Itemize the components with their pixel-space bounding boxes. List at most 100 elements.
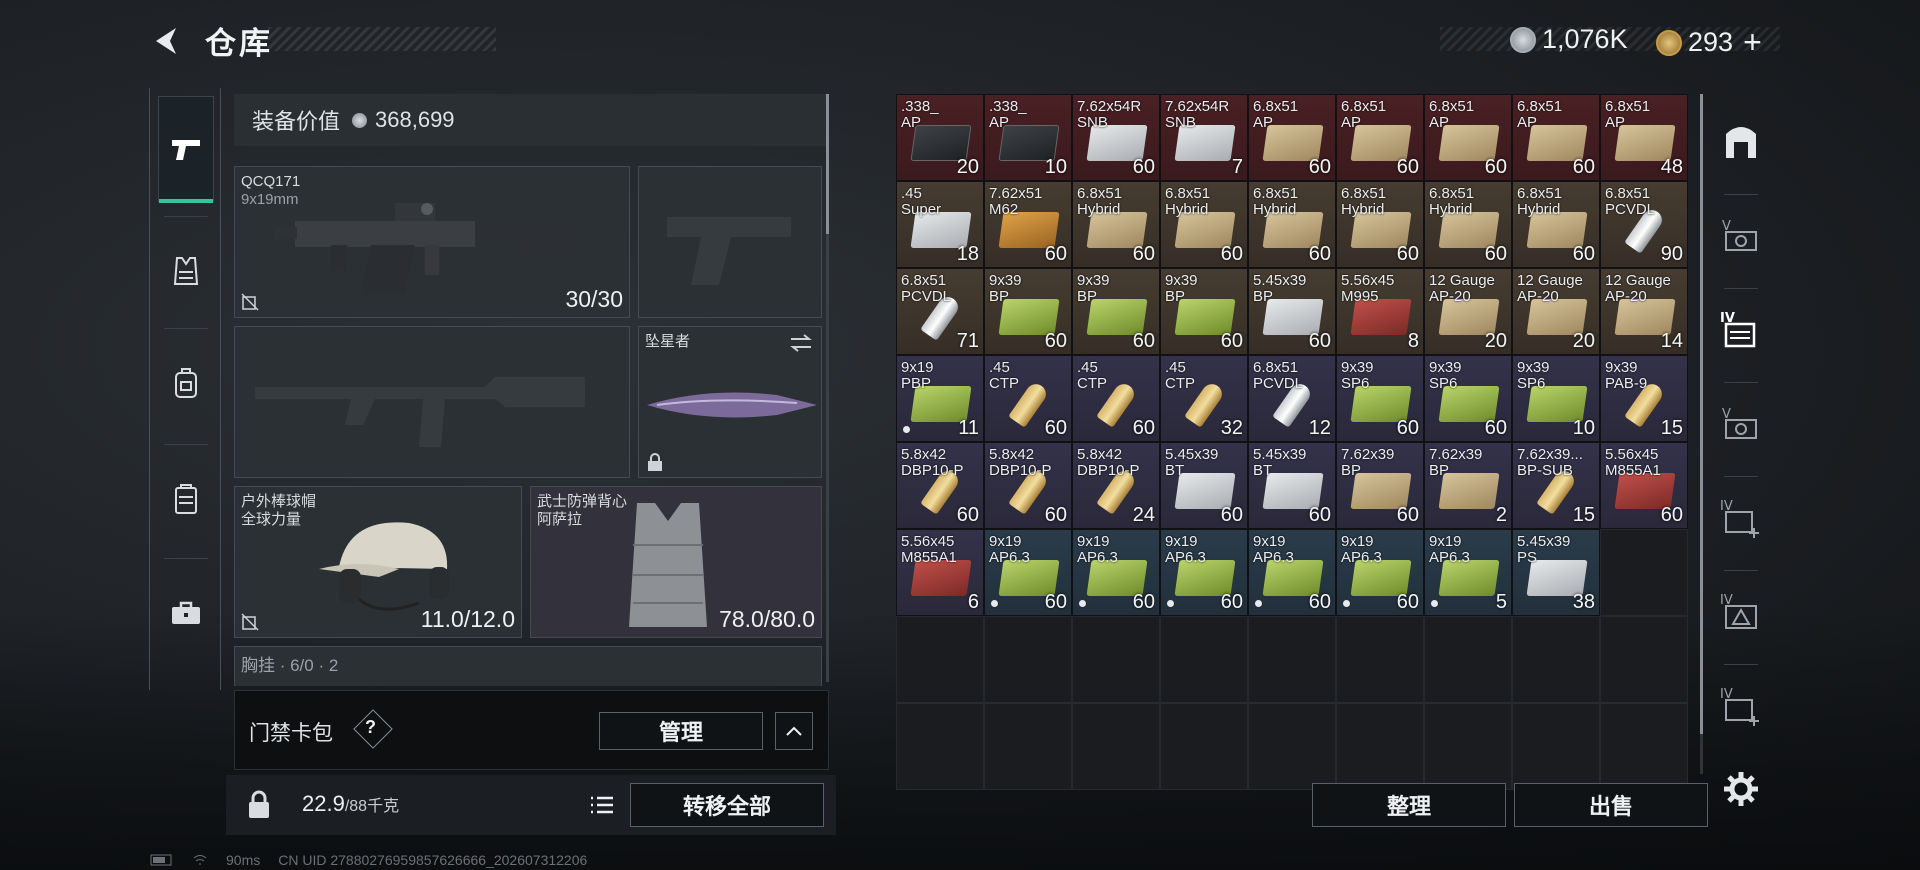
empty-slot[interactable] (1336, 703, 1424, 790)
empty-slot[interactable] (984, 703, 1072, 790)
collapse-button[interactable] (775, 712, 813, 750)
inventory-item[interactable]: 5.45x39 BT 60 (1248, 442, 1336, 529)
inventory-item[interactable]: 6.8x51 Hybrid 60 (1248, 181, 1336, 268)
empty-slot[interactable] (1248, 616, 1336, 703)
storage-iv-expand-icon[interactable]: IV (1718, 682, 1764, 728)
empty-slot[interactable] (1424, 703, 1512, 790)
tab-safe-box[interactable] (158, 560, 214, 666)
inventory-item[interactable]: 7.62x54R SNB 7 (1160, 94, 1248, 181)
empty-slot[interactable] (896, 616, 984, 703)
inventory-item[interactable]: 6.8x51 Hybrid 60 (1160, 181, 1248, 268)
inventory-item[interactable]: 7.62x54R SNB 60 (1072, 94, 1160, 181)
inventory-item[interactable]: 9x19 AP6.3 60 (984, 529, 1072, 616)
inventory-item[interactable]: 5.8x42 DBP10-P 60 (896, 442, 984, 529)
inventory-item[interactable]: 9x39 SP6 10 (1512, 355, 1600, 442)
inventory-item[interactable]: 5.56x45 M855A1 60 (1600, 442, 1688, 529)
inventory-item[interactable]: 6.8x51 Hybrid 60 (1072, 181, 1160, 268)
chest-rig-slot[interactable]: 胸挂 · 6/0 · 2 (234, 646, 822, 686)
inventory-item[interactable]: 9x19 AP6.3 60 (1160, 529, 1248, 616)
inventory-item[interactable]: 9x39 SP6 60 (1336, 355, 1424, 442)
storage-v-icon[interactable]: V (1718, 212, 1764, 258)
inventory-item[interactable]: 6.8x51 PCVDL 90 (1600, 181, 1688, 268)
inventory-item[interactable]: 7.62x39 BP 2 (1424, 442, 1512, 529)
warehouse-icon[interactable] (1718, 118, 1764, 164)
inventory-item[interactable]: 12 Gauge AP-20 14 (1600, 268, 1688, 355)
inventory-item[interactable]: 9x39 BP 60 (1072, 268, 1160, 355)
inventory-item[interactable]: 9x19 PBP 11 (896, 355, 984, 442)
melee-slot[interactable]: 坠星者 (638, 326, 822, 478)
tab-chest-rig[interactable] (158, 218, 214, 324)
empty-slot[interactable] (1600, 529, 1688, 616)
inventory-item[interactable]: 12 Gauge AP-20 20 (1424, 268, 1512, 355)
inventory-item[interactable]: .45 Super 18 (896, 181, 984, 268)
back-arrow-icon[interactable] (150, 24, 184, 58)
manage-button[interactable]: 管理 (599, 712, 763, 750)
primary-weapon-slot[interactable]: QCQ171 9x19mm 30/30 (234, 166, 630, 318)
inventory-item[interactable]: 7.62x39... BP-SUB 15 (1512, 442, 1600, 529)
inventory-item[interactable]: 9x19 AP6.3 60 (1072, 529, 1160, 616)
empty-slot[interactable] (1072, 703, 1160, 790)
help-icon[interactable]: ? (365, 717, 376, 738)
inventory-item[interactable]: .45 CTP 60 (1072, 355, 1160, 442)
empty-slot[interactable] (984, 616, 1072, 703)
tab-weapons[interactable] (158, 96, 214, 203)
scroll-thumb[interactable] (1700, 94, 1703, 734)
storage-scrollbar[interactable] (1700, 94, 1703, 774)
empty-slot[interactable] (1424, 616, 1512, 703)
empty-slot[interactable] (1072, 616, 1160, 703)
helmet-slot[interactable]: 户外棒球帽 全球力量 11.0/12.0 (234, 486, 522, 638)
inventory-item[interactable]: 7.62x51 M62 60 (984, 181, 1072, 268)
inventory-item[interactable]: 6.8x51 PCVDL 71 (896, 268, 984, 355)
inventory-item[interactable]: 9x19 AP6.3 60 (1336, 529, 1424, 616)
empty-slot[interactable] (1512, 703, 1600, 790)
armor-slot[interactable]: 武士防弹背心 阿萨拉 78.0/80.0 (530, 486, 822, 638)
inventory-item[interactable]: 9x39 BP 60 (984, 268, 1072, 355)
inventory-item[interactable]: 6.8x51 Hybrid 60 (1512, 181, 1600, 268)
inventory-item[interactable]: 6.8x51 Hybrid 60 (1424, 181, 1512, 268)
inventory-item[interactable]: 6.8x51 AP 48 (1600, 94, 1688, 181)
inventory-item[interactable]: 6.8x51 Hybrid 60 (1336, 181, 1424, 268)
storage-iv-active-icon[interactable]: IV (1718, 306, 1764, 352)
inventory-item[interactable]: 5.45x39 BT 60 (1160, 442, 1248, 529)
inventory-item[interactable]: 6.8x51 AP 60 (1512, 94, 1600, 181)
list-view-button[interactable] (582, 785, 622, 825)
inventory-item[interactable]: 5.45x39 BP 60 (1248, 268, 1336, 355)
sell-button[interactable]: 出售 (1514, 783, 1708, 827)
transfer-all-button[interactable]: 转移全部 (630, 783, 824, 827)
inventory-item[interactable]: 12 Gauge AP-20 20 (1512, 268, 1600, 355)
inventory-item[interactable]: 9x19 AP6.3 60 (1248, 529, 1336, 616)
scroll-thumb[interactable] (826, 94, 829, 234)
inventory-item[interactable]: .45 CTP 32 (1160, 355, 1248, 442)
inventory-item[interactable]: 9x39 SP6 60 (1424, 355, 1512, 442)
storage-iv-warning-icon[interactable]: IV (1718, 588, 1764, 634)
empty-slot[interactable] (1160, 616, 1248, 703)
tab-backpack[interactable] (158, 330, 214, 436)
inventory-item[interactable]: 5.56x45 M995 8 (1336, 268, 1424, 355)
inventory-item[interactable]: 9x39 BP 60 (1160, 268, 1248, 355)
inventory-item[interactable]: .45 CTP 60 (984, 355, 1072, 442)
tab-case[interactable] (158, 446, 214, 552)
empty-slot[interactable] (1160, 703, 1248, 790)
inventory-item[interactable]: 6.8x51 PCVDL 12 (1248, 355, 1336, 442)
empty-slot[interactable] (1512, 616, 1600, 703)
inventory-item[interactable]: 9x39 PAB-9 15 (1600, 355, 1688, 442)
empty-slot[interactable] (1248, 703, 1336, 790)
inventory-item[interactable]: 6.8x51 AP 60 (1424, 94, 1512, 181)
inventory-item[interactable]: 5.45x39 PS 38 (1512, 529, 1600, 616)
empty-slot[interactable] (1336, 616, 1424, 703)
sidearm-slot[interactable] (638, 166, 822, 318)
inventory-item[interactable]: 5.8x42 DBP10-P 24 (1072, 442, 1160, 529)
empty-slot[interactable] (896, 703, 984, 790)
inventory-item[interactable]: 5.8x42 DBP10-P 60 (984, 442, 1072, 529)
inventory-item[interactable]: 5.56x45 M855A1 6 (896, 529, 984, 616)
inventory-item[interactable]: .338_ AP 20 (896, 94, 984, 181)
add-gold-button[interactable]: + (1743, 24, 1762, 61)
inventory-item[interactable]: 9x19 AP6.3 5 (1424, 529, 1512, 616)
empty-slot[interactable] (1600, 703, 1688, 790)
swap-icon[interactable] (789, 333, 813, 353)
sort-button[interactable]: 整理 (1312, 783, 1506, 827)
storage-iv-add-icon[interactable]: IV (1718, 494, 1764, 540)
secondary-weapon-slot[interactable] (234, 326, 630, 478)
settings-gear-icon[interactable] (1718, 766, 1764, 812)
inventory-item[interactable]: .338_ AP 10 (984, 94, 1072, 181)
